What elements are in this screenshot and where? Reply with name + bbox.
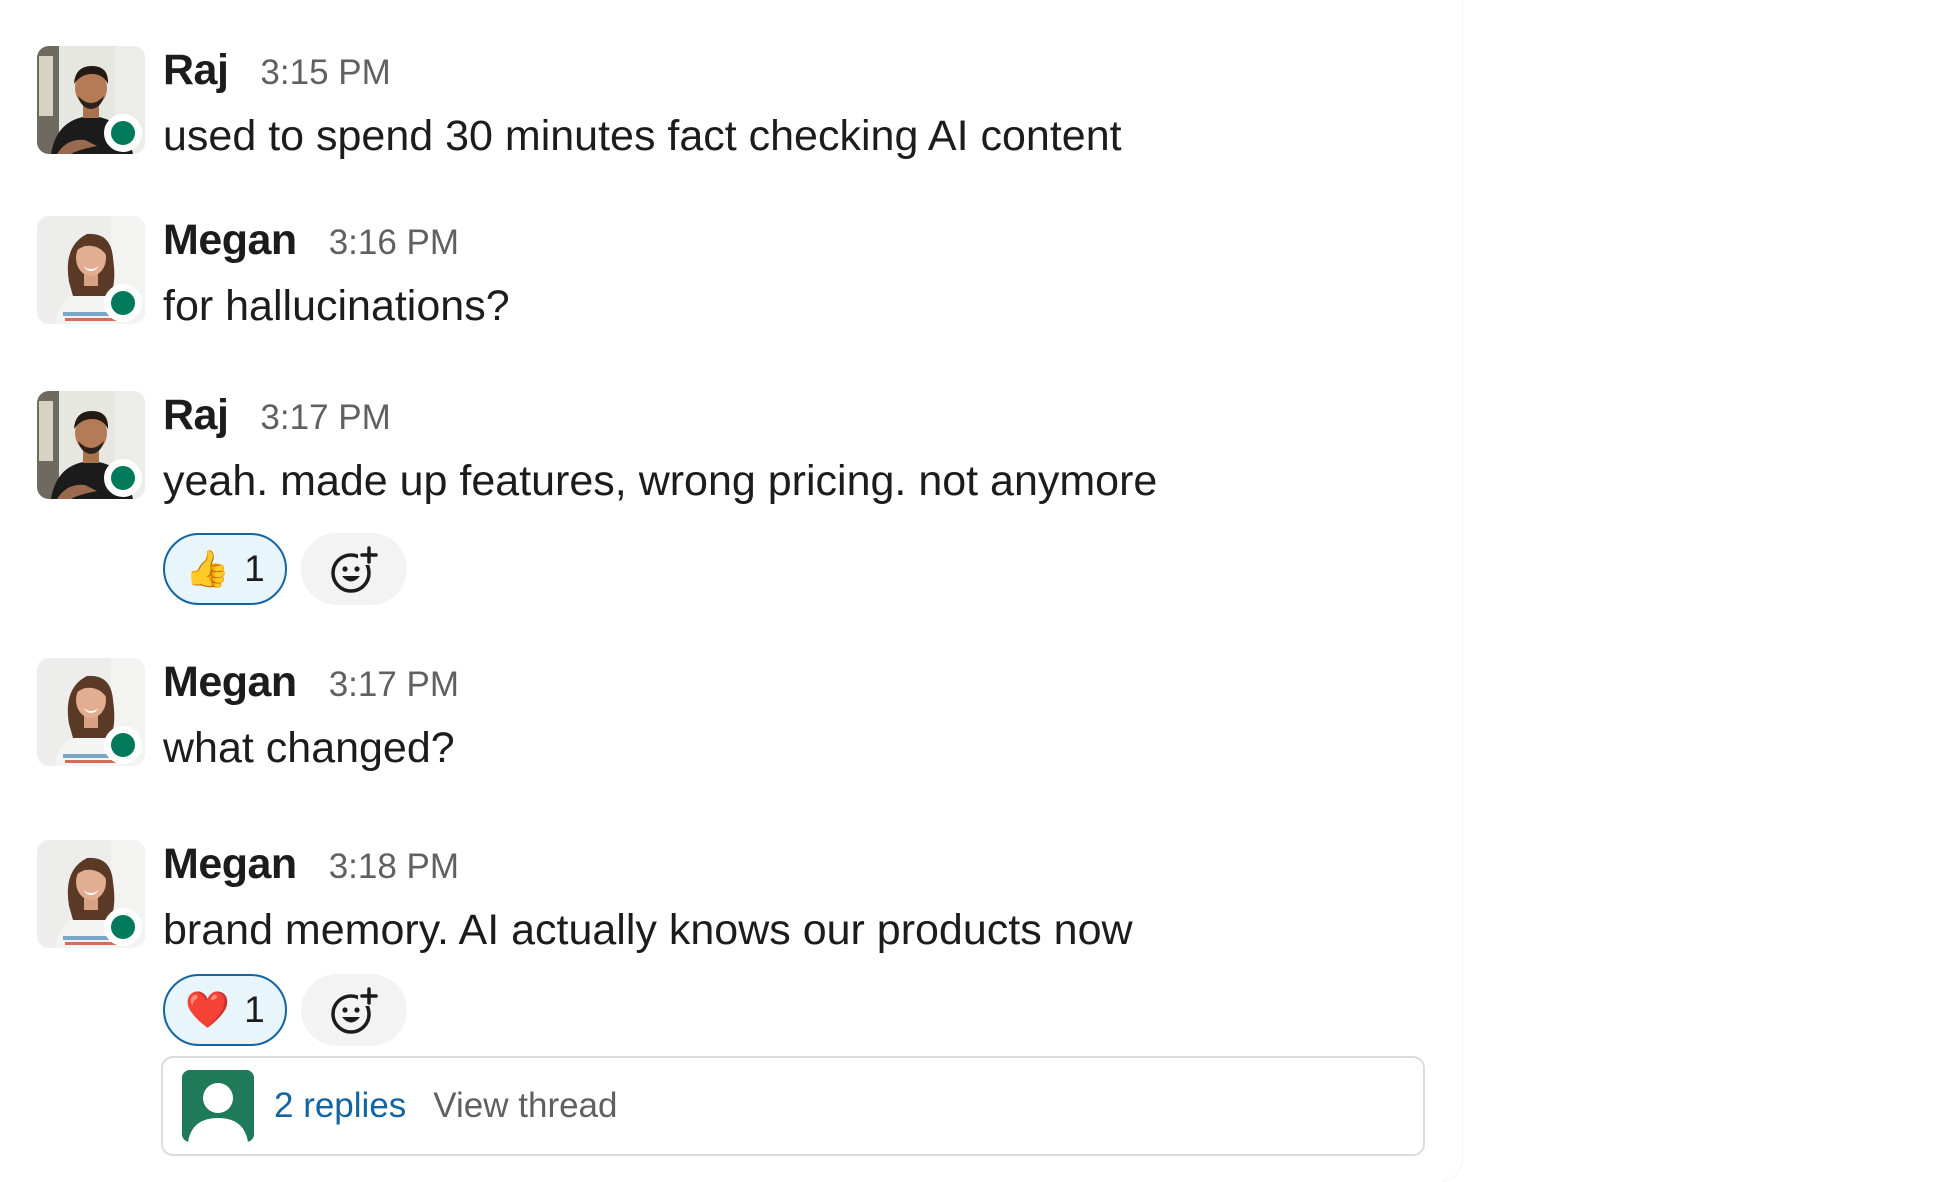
- default-user-icon: [182, 1070, 254, 1142]
- message-header: Raj 3:15 PM: [163, 46, 391, 106]
- online-status-icon: [104, 114, 142, 152]
- message: Megan 3:16 PM for hallucinations?: [0, 216, 1440, 336]
- author-name[interactable]: Megan: [163, 840, 297, 889]
- add-reaction-button[interactable]: [301, 533, 407, 605]
- message-header: Megan 3:17 PM: [163, 658, 459, 718]
- timestamp[interactable]: 3:17 PM: [260, 398, 390, 438]
- author-name[interactable]: Raj: [163, 46, 229, 95]
- thumbs-up-icon: 👍: [185, 548, 231, 589]
- timestamp[interactable]: 3:15 PM: [260, 53, 390, 93]
- online-status-icon: [104, 459, 142, 497]
- message-text: what changed?: [163, 724, 455, 772]
- reactions-bar: ❤️ 1: [163, 974, 407, 1046]
- message-list: Raj 3:15 PM used to spend 30 minutes fac…: [0, 0, 1462, 1182]
- timestamp[interactable]: 3:18 PM: [329, 847, 459, 887]
- reaction-heart[interactable]: ❤️ 1: [163, 974, 287, 1046]
- thread-summary[interactable]: 2 replies View thread: [161, 1056, 1425, 1156]
- reaction-thumbs-up[interactable]: 👍 1: [163, 533, 287, 605]
- timestamp[interactable]: 3:16 PM: [329, 223, 459, 263]
- replies-link[interactable]: 2 replies: [274, 1086, 406, 1126]
- message: Megan 3:17 PM what changed?: [0, 658, 1440, 778]
- message-header: Raj 3:17 PM: [163, 391, 391, 451]
- message-text: brand memory. AI actually knows our prod…: [163, 906, 1133, 954]
- reaction-count: 1: [244, 989, 265, 1030]
- author-name[interactable]: Megan: [163, 216, 297, 265]
- reaction-count: 1: [244, 548, 265, 589]
- view-thread-link[interactable]: View thread: [433, 1086, 617, 1126]
- message-text: used to spend 30 minutes fact checking A…: [163, 112, 1122, 160]
- add-reaction-button[interactable]: [301, 974, 407, 1046]
- message-text: yeah. made up features, wrong pricing. n…: [163, 457, 1158, 505]
- online-status-icon: [104, 284, 142, 322]
- message-text: for hallucinations?: [163, 282, 510, 330]
- online-status-icon: [104, 726, 142, 764]
- add-reaction-icon: [331, 546, 380, 593]
- heart-icon: ❤️: [185, 989, 231, 1030]
- message: Raj 3:15 PM used to spend 30 minutes fac…: [0, 46, 1440, 166]
- reactions-bar: 👍 1: [163, 533, 407, 605]
- online-status-icon: [104, 908, 142, 946]
- message: Raj 3:17 PM yeah. made up features, wron…: [0, 391, 1440, 611]
- timestamp[interactable]: 3:17 PM: [329, 665, 459, 705]
- author-name[interactable]: Raj: [163, 391, 229, 440]
- message-header: Megan 3:16 PM: [163, 216, 459, 276]
- add-reaction-icon: [331, 987, 380, 1034]
- author-name[interactable]: Megan: [163, 658, 297, 707]
- message-header: Megan 3:18 PM: [163, 840, 459, 900]
